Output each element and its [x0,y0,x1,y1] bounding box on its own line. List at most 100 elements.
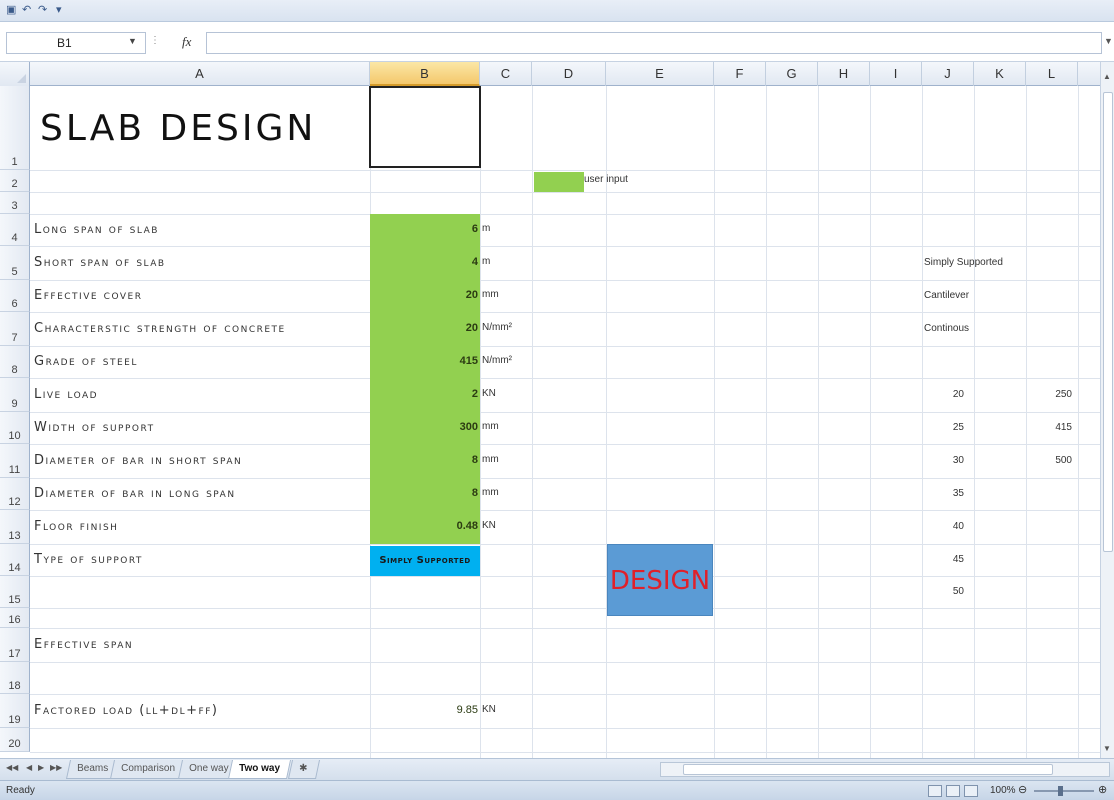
undo-icon[interactable]: ↶ [22,3,31,17]
name-box[interactable]: B1 [6,32,146,54]
status-bar: Ready 100% ⊖ ⊕ [0,780,1114,800]
row-header-14[interactable]: 14 [0,544,30,576]
row-header-11[interactable]: 11 [0,444,30,478]
row-header-1[interactable]: 1 [0,86,30,170]
next-sheet-icon[interactable]: ▶ [38,763,44,772]
input-value[interactable]: 20 [370,322,480,334]
row-header-3[interactable]: 3 [0,192,30,214]
row-header-17[interactable]: 17 [0,628,30,662]
concrete-grade: 30 [952,455,964,466]
steel-grade: 500 [1055,455,1072,466]
factored-load-label: Factored load (LL+DL+FF) [34,703,219,718]
save-icon[interactable]: ▣ [6,3,16,17]
input-value[interactable]: 2 [370,388,480,400]
column-header-g[interactable]: G [766,62,818,86]
insert-sheet-button[interactable]: ✱ [287,760,321,779]
vertical-gridline [766,86,767,758]
row-header-13[interactable]: 13 [0,510,30,544]
row-header-19[interactable]: 19 [0,694,30,728]
column-header-i[interactable]: I [870,62,922,86]
input-label: Grade of steel [34,354,138,369]
scroll-up-icon[interactable]: ▲ [1103,72,1111,81]
column-header-b[interactable]: B [370,62,480,86]
redo-icon[interactable]: ↷ [38,3,47,17]
horizontal-gridline [30,280,1100,281]
insert-function-button[interactable]: fx [182,34,191,50]
scroll-down-icon[interactable]: ▼ [1103,744,1111,753]
select-all-button[interactable] [0,62,30,86]
row-header-15[interactable]: 15 [0,576,30,608]
first-sheet-icon[interactable]: ◀◀ [6,763,18,772]
input-value[interactable]: 0.48 [370,520,480,532]
row-header-8[interactable]: 8 [0,346,30,378]
input-value[interactable]: 20 [370,289,480,301]
zoom-in-icon[interactable]: ⊕ [1098,783,1107,796]
type-of-support-label: Type of Support [34,552,143,567]
input-value[interactable]: 8 [370,487,480,499]
input-value[interactable]: 6 [370,223,480,235]
input-label: Live Load [34,387,99,402]
input-label: Short span of slab [34,255,166,270]
row-header-18[interactable]: 18 [0,662,30,694]
unit-label: m [482,256,491,267]
row-header-9[interactable]: 9 [0,378,30,412]
horizontal-gridline [30,544,1100,545]
vertical-scrollbar[interactable]: ▲ ▼ [1100,62,1114,758]
page-break-view-icon[interactable] [964,785,978,797]
input-value[interactable]: 8 [370,454,480,466]
column-header-d[interactable]: D [532,62,606,86]
input-value[interactable]: 415 [370,355,480,367]
horizontal-gridline [30,246,1100,247]
row-header-12[interactable]: 12 [0,478,30,510]
design-button[interactable]: DESIGN [607,544,713,616]
column-header-e[interactable]: E [606,62,714,86]
sheet-tab-label: Beams [77,763,109,774]
zoom-out-icon[interactable]: ⊖ [1018,783,1027,796]
sheet-tab-two-way[interactable]: Two way [227,760,291,779]
column-header-l[interactable]: L [1026,62,1078,86]
row-header-6[interactable]: 6 [0,280,30,312]
worksheet-grid[interactable]: ABCDEFGHIJKL 1 2 3 4 5 6 7 8 9 10 11 12 13 14 15 16 17 18… [0,62,1100,758]
factored-load-value: 9.85 [456,704,478,716]
page-title: SLAB DESIGN [40,108,317,149]
column-header-a[interactable]: A [30,62,370,86]
zoom-level[interactable]: 100% [990,785,1016,796]
horizontal-scroll-thumb[interactable] [683,764,1053,775]
zoom-slider[interactable] [1034,790,1094,792]
insert-sheet-icon: ✱ [299,763,308,774]
name-box-dropdown-icon[interactable]: ▼ [128,36,137,46]
expand-formula-bar-icon[interactable]: ▼ [1104,36,1113,46]
last-sheet-icon[interactable]: ▶▶ [50,763,62,772]
vertical-gridline [480,86,481,758]
prev-sheet-icon[interactable]: ◀ [26,763,32,772]
column-header-f[interactable]: F [714,62,766,86]
column-header-c[interactable]: C [480,62,532,86]
selected-cell-b1[interactable] [369,86,481,168]
column-header-k[interactable]: K [974,62,1026,86]
sheet-tab-comparison[interactable]: Comparison [109,760,186,779]
type-of-support-select[interactable]: Simply Supported [370,546,480,576]
formula-input[interactable] [206,32,1102,54]
row-header-20[interactable]: 20 [0,728,30,752]
input-value[interactable]: 4 [370,256,480,268]
horizontal-scrollbar[interactable] [660,762,1110,777]
column-headers: ABCDEFGHIJKL [0,62,1100,86]
row-header-2[interactable]: 2 [0,170,30,192]
vertical-scroll-thumb[interactable] [1103,92,1113,552]
input-value[interactable]: 300 [370,421,480,433]
row-header-7[interactable]: 7 [0,312,30,346]
page-layout-view-icon[interactable] [946,785,960,797]
horizontal-gridline [30,346,1100,347]
row-header-5[interactable]: 5 [0,246,30,280]
steel-grade: 415 [1055,422,1072,433]
status-text: Ready [6,785,35,796]
unit-label: mm [482,421,499,432]
column-header-j[interactable]: J [922,62,974,86]
normal-view-icon[interactable] [928,785,942,797]
zoom-slider-knob[interactable] [1058,786,1063,796]
row-header-10[interactable]: 10 [0,412,30,444]
row-header-16[interactable]: 16 [0,608,30,628]
customize-toolbar-icon[interactable]: ▾ [56,3,62,17]
column-header-h[interactable]: H [818,62,870,86]
row-header-4[interactable]: 4 [0,214,30,246]
